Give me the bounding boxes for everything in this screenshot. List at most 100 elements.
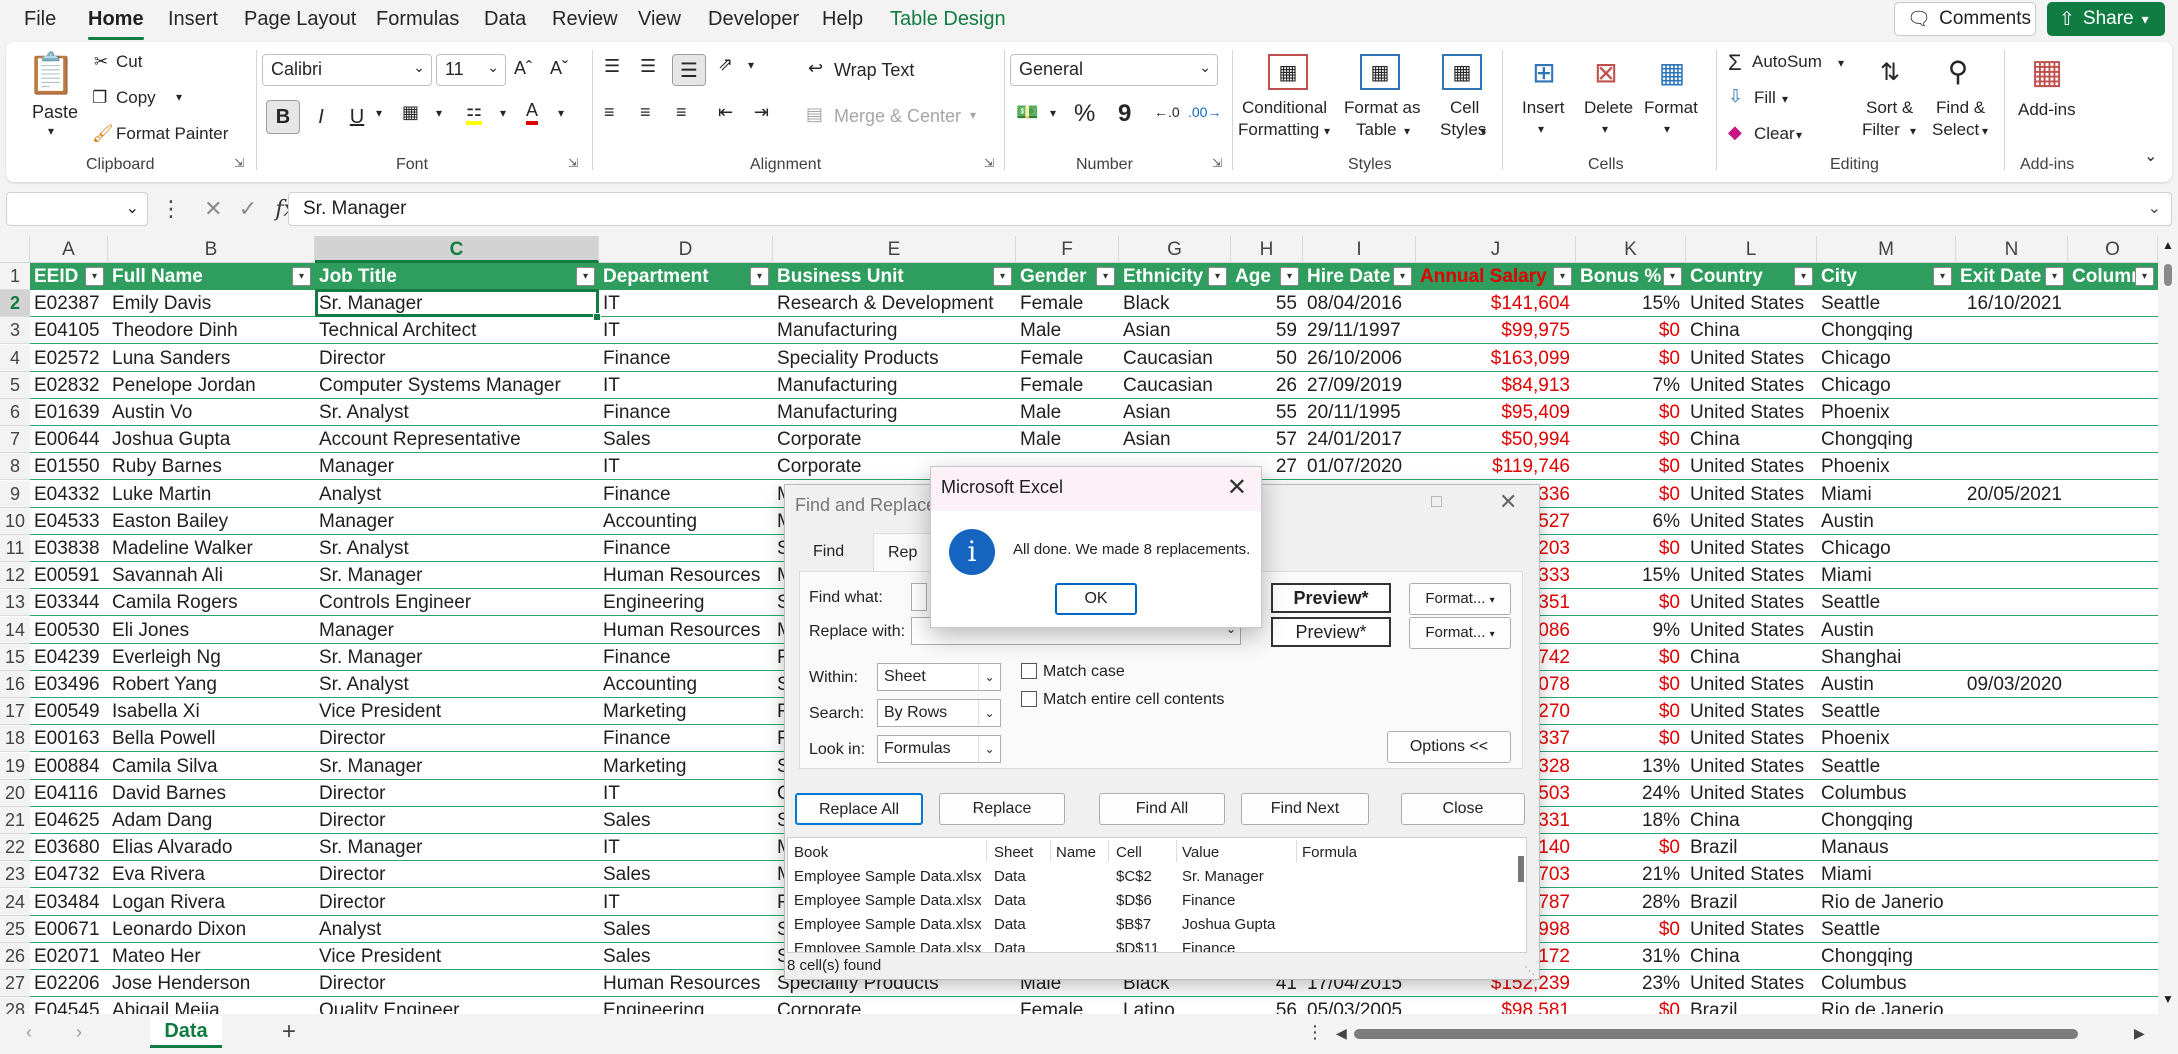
comma-style-button[interactable]: 9	[1118, 100, 1131, 128]
table-cell[interactable]: Director	[315, 807, 599, 834]
table-cell[interactable]: $99,975	[1416, 317, 1576, 344]
dialog-launcher-icon[interactable]: ⇲	[1212, 156, 1222, 170]
decrease-font-icon[interactable]: Aˇ	[550, 58, 568, 79]
number-format-dropdown[interactable]: General ⌄	[1010, 54, 1218, 86]
row-header[interactable]: 10	[0, 507, 30, 535]
column-header-b[interactable]: B	[108, 236, 315, 263]
table-cell[interactable]: Director	[315, 970, 599, 997]
table-cell[interactable]: China	[1686, 317, 1817, 344]
results-list[interactable]: Book Sheet Name Cell Value Formula Emplo…	[787, 837, 1527, 953]
increase-font-icon[interactable]: Aˆ	[514, 58, 532, 79]
table-cell[interactable]: Austin	[1817, 508, 1956, 535]
bold-button[interactable]: B	[266, 100, 300, 134]
chevron-down-icon[interactable]: ▾	[558, 106, 564, 120]
table-cell[interactable]: Manaus	[1817, 834, 1956, 861]
table-cell[interactable]	[1956, 889, 2068, 916]
table-cell[interactable]	[1956, 617, 2068, 644]
row-header[interactable]: 1	[0, 263, 30, 290]
table-cell[interactable]: Sales	[599, 916, 773, 943]
italic-button[interactable]: I	[306, 100, 336, 134]
table-cell[interactable]: 01/07/2020	[1303, 453, 1416, 480]
orientation-icon[interactable]: ⇗	[718, 54, 733, 75]
table-cell[interactable]: 55	[1231, 290, 1303, 317]
row-header[interactable]: 13	[0, 589, 30, 617]
table-cell[interactable]: Sr. Manager	[315, 644, 599, 671]
table-cell[interactable]: Director	[315, 345, 599, 372]
table-cell[interactable]: Sr. Analyst	[315, 535, 599, 562]
table-cell[interactable]: $0	[1576, 399, 1686, 426]
merge-center-icon[interactable]: ▤	[806, 104, 823, 125]
table-cell[interactable]: Sales	[599, 861, 773, 888]
table-cell[interactable]: Manufacturing	[773, 317, 1016, 344]
table-cell[interactable]: Research & Development	[773, 290, 1016, 317]
more-options-icon[interactable]: ⋮	[1306, 1022, 1324, 1043]
replace-button[interactable]: Replace	[939, 793, 1065, 825]
row-header[interactable]: 22	[0, 834, 30, 862]
table-cell[interactable]	[1956, 834, 2068, 861]
insert-cells-button[interactable]: Insert	[1522, 98, 1565, 118]
column-header-j[interactable]: J	[1416, 236, 1576, 263]
select-all-corner[interactable]	[0, 236, 30, 263]
table-cell[interactable]: David Barnes	[108, 780, 315, 807]
table-cell[interactable]: Seattle	[1817, 916, 1956, 943]
table-cell[interactable]: Caucasian	[1119, 345, 1231, 372]
table-cell[interactable]: 20/05/2021	[1956, 481, 2068, 508]
table-header-cell[interactable]: Ethnicity ▾	[1119, 263, 1231, 290]
results-header-name[interactable]: Name	[1056, 844, 1096, 861]
table-cell[interactable]: $84,913	[1416, 372, 1576, 399]
table-cell[interactable]: Manufacturing	[773, 399, 1016, 426]
table-cell[interactable]: Human Resources	[599, 970, 773, 997]
table-cell[interactable]: China	[1686, 426, 1817, 453]
table-cell[interactable]: China	[1686, 807, 1817, 834]
table-cell[interactable]: $0	[1576, 997, 1686, 1014]
table-cell[interactable]: 23%	[1576, 970, 1686, 997]
cut-button[interactable]: Cut	[116, 52, 142, 72]
table-header-cell[interactable]: Column ▾	[2068, 263, 2158, 290]
row-header[interactable]: 2	[0, 290, 30, 318]
table-cell[interactable]: 27/09/2019	[1303, 372, 1416, 399]
results-header-value[interactable]: Value	[1182, 844, 1219, 861]
next-sheet-icon[interactable]: ›	[76, 1022, 82, 1043]
table-cell[interactable]: Manager	[315, 453, 599, 480]
table-cell[interactable]: Director	[315, 780, 599, 807]
table-cell[interactable]	[1956, 372, 2068, 399]
chevron-down-icon[interactable]: ▾	[1324, 124, 1330, 138]
table-header-cell[interactable]: Job Title ▾	[315, 263, 599, 290]
comments-button[interactable]: 🗨 Comments	[1894, 2, 2036, 36]
table-cell[interactable]: IT	[599, 372, 773, 399]
table-cell[interactable]: Account Representative	[315, 426, 599, 453]
table-cell[interactable]: Male	[1016, 317, 1119, 344]
options-button[interactable]: Options <<	[1387, 731, 1511, 763]
table-cell[interactable]: IT	[599, 780, 773, 807]
table-cell[interactable]: Technical Architect	[315, 317, 599, 344]
table-cell[interactable]: United States	[1686, 562, 1817, 589]
table-cell[interactable]: Human Resources	[599, 562, 773, 589]
filter-dropdown-icon[interactable]: ▾	[576, 267, 595, 286]
tab-page-layout[interactable]: Page Layout	[244, 8, 356, 31]
row-header[interactable]: 3	[0, 317, 30, 345]
table-cell[interactable]: $0	[1576, 589, 1686, 616]
results-header-sheet[interactable]: Sheet	[994, 844, 1033, 861]
format-as-table-button[interactable]: Format as	[1344, 98, 1421, 118]
table-cell[interactable]: Luna Sanders	[108, 345, 315, 372]
table-cell[interactable]: Controls Engineer	[315, 589, 599, 616]
horizontal-scrollbar[interactable]	[1354, 1028, 2144, 1040]
match-case-checkbox[interactable]	[1021, 663, 1037, 679]
enter-icon[interactable]: ✓	[239, 196, 257, 221]
paste-button[interactable]: Paste	[32, 102, 78, 123]
table-cell[interactable]: Savannah Ali	[108, 562, 315, 589]
sort-filter-icon[interactable]: ⇅	[1868, 52, 1912, 92]
table-cell[interactable]: Theodore Dinh	[108, 317, 315, 344]
chevron-down-icon[interactable]: ▾	[1796, 128, 1802, 142]
table-cell[interactable]	[1956, 508, 2068, 535]
table-cell[interactable]: 56	[1231, 997, 1303, 1014]
table-cell[interactable]: 59	[1231, 317, 1303, 344]
table-cell[interactable]: Columbus	[1817, 970, 1956, 997]
table-cell[interactable]: $0	[1576, 834, 1686, 861]
insert-cells-icon[interactable]: ⊞	[1522, 54, 1566, 90]
accounting-format-icon[interactable]: 💵	[1016, 102, 1038, 123]
table-cell[interactable]: 05/03/2005	[1303, 997, 1416, 1014]
table-cell[interactable]: 26/10/2006	[1303, 345, 1416, 372]
table-cell[interactable]: 29/11/1997	[1303, 317, 1416, 344]
table-cell[interactable]: 26	[1231, 372, 1303, 399]
